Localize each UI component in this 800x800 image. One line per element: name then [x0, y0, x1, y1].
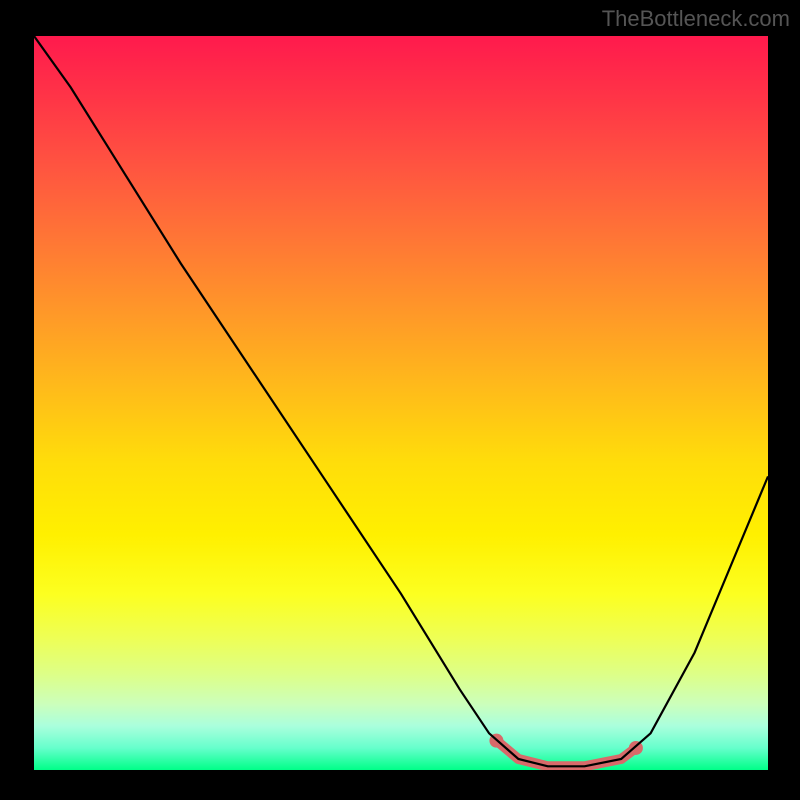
- plot-area: [34, 36, 768, 770]
- chart-svg: [34, 36, 768, 770]
- attribution-text: TheBottleneck.com: [602, 6, 790, 32]
- optimal-range-highlight: [496, 741, 636, 767]
- bottleneck-curve-line: [34, 36, 768, 766]
